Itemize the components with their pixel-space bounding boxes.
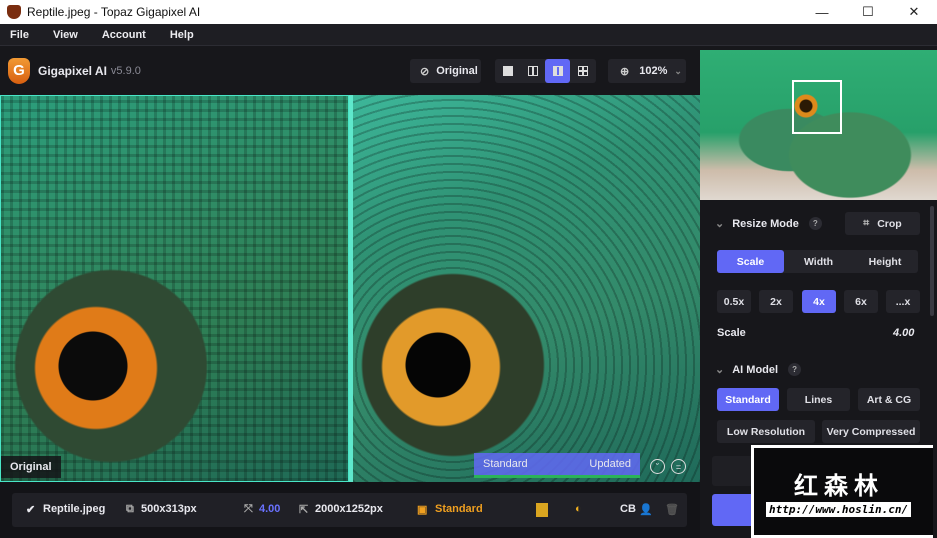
- navigator-preview[interactable]: [700, 50, 937, 200]
- grid-view-icon: [577, 66, 588, 76]
- enhanced-image: [353, 95, 700, 482]
- input-size-icon: ⧉: [126, 503, 134, 515]
- window-title: Reptile.jpeg - Topaz Gigapixel AI: [27, 5, 201, 19]
- scale-preset-4x[interactable]: 4x: [802, 290, 836, 313]
- color-balance-toggle[interactable]: CB: [620, 503, 636, 515]
- chevron-down-icon: ⌄: [674, 65, 682, 76]
- menu-view[interactable]: View: [53, 29, 78, 41]
- gigapixel-logo-icon: G: [8, 57, 30, 84]
- help-icon[interactable]: ?: [808, 217, 822, 230]
- model-standard[interactable]: Standard: [717, 388, 779, 411]
- close-button[interactable]: ✕: [891, 0, 937, 24]
- view-split-button[interactable]: [520, 59, 545, 83]
- split-view-icon: [527, 66, 538, 76]
- zoom-icon: ⊕: [620, 65, 630, 78]
- scale-value: 4.00: [259, 503, 281, 515]
- menu-bar: File View Account Help: [0, 24, 937, 46]
- image-viewer[interactable]: Original Standard Updated ˘ =: [0, 95, 700, 482]
- check-icon[interactable]: ✔: [26, 503, 35, 516]
- file-row[interactable]: ✔ Reptile.jpeg ⧉ 500x313px ⤧ 4.00 ⇱ 2000…: [12, 493, 687, 527]
- panel-scrollbar[interactable]: [930, 206, 934, 316]
- output-size-icon: ⇱: [299, 504, 309, 516]
- view-mode-group: [495, 59, 596, 83]
- ai-model-header[interactable]: ⌄ AI Model ?: [715, 363, 802, 376]
- view-single-button[interactable]: [495, 59, 520, 83]
- help-icon[interactable]: ?: [788, 363, 802, 376]
- neutral-feedback-icon[interactable]: =: [671, 459, 686, 474]
- side-by-side-icon: [552, 66, 563, 76]
- face-refine-icon[interactable]: ◐: [575, 503, 582, 515]
- menu-help[interactable]: Help: [170, 29, 194, 41]
- single-view-icon: [502, 66, 513, 76]
- model-lines[interactable]: Lines: [787, 388, 850, 411]
- chevron-down-icon: ⌄: [715, 218, 725, 230]
- scale-preset-0-5x[interactable]: 0.5x: [717, 290, 751, 313]
- scale-icon: ⤧: [244, 503, 253, 515]
- input-size: 500x313px: [141, 503, 197, 515]
- eye-off-icon: ⊘: [420, 65, 430, 78]
- tab-width[interactable]: Width: [785, 250, 852, 273]
- scale-preset-2x[interactable]: 2x: [759, 290, 793, 313]
- model-art-cg[interactable]: Art & CG: [858, 388, 920, 411]
- app-icon: [7, 5, 21, 19]
- crop-icon: ⌗: [863, 217, 870, 229]
- viewport-box[interactable]: [792, 80, 842, 134]
- resize-mode-header[interactable]: ⌄ Resize Mode ?: [715, 217, 822, 230]
- preview-model-label: Standard: [483, 458, 528, 470]
- scale-preset-custom[interactable]: ...x: [886, 290, 920, 313]
- view-side-by-side-button[interactable]: [545, 59, 570, 83]
- app-version: v5.9.0: [110, 64, 141, 77]
- crop-button[interactable]: ⌗ Crop: [845, 212, 920, 235]
- menu-account[interactable]: Account: [102, 29, 146, 41]
- chevron-down-icon: ⌄: [715, 364, 725, 376]
- file-name: Reptile.jpeg: [43, 503, 106, 515]
- minimize-button[interactable]: —: [799, 0, 845, 24]
- maximize-button[interactable]: ☐: [845, 0, 891, 24]
- model-name: Standard: [435, 503, 483, 515]
- menu-file[interactable]: File: [10, 29, 29, 41]
- original-image: [0, 95, 349, 482]
- toolbar: G Gigapixel AI v5.9.0 ⊘ Original ⊕ 102% …: [0, 46, 700, 95]
- scale-preset-6x[interactable]: 6x: [844, 290, 878, 313]
- zoom-dropdown[interactable]: ⊕ 102% ⌄: [608, 59, 686, 83]
- person-icon[interactable]: 👤: [639, 503, 653, 516]
- view-grid-button[interactable]: [570, 59, 595, 83]
- original-label: Original: [1, 456, 61, 478]
- app-name: Gigapixel AI: [38, 63, 107, 78]
- file-list: ✔ Reptile.jpeg ⧉ 500x313px ⤧ 4.00 ⇱ 2000…: [0, 482, 700, 538]
- preview-status-bar: Standard Updated: [474, 453, 640, 478]
- trash-icon[interactable]: 🗑: [665, 503, 679, 516]
- title-bar: Reptile.jpeg - Topaz Gigapixel AI — ☐ ✕: [0, 0, 937, 24]
- watermark: 红森林 http://www.hoslin.cn/: [751, 445, 933, 538]
- preview-status: Updated: [589, 458, 631, 470]
- scale-value[interactable]: 4.00: [893, 327, 914, 339]
- model-icon: ▣: [417, 504, 428, 516]
- model-low-resolution[interactable]: Low Resolution: [717, 420, 815, 443]
- output-size: 2000x1252px: [315, 503, 383, 515]
- scale-label: Scale: [717, 327, 746, 339]
- smile-feedback-icon[interactable]: ˘: [650, 459, 665, 474]
- original-toggle-button[interactable]: ⊘ Original: [410, 59, 481, 83]
- tab-height[interactable]: Height: [852, 250, 918, 273]
- noise-icon[interactable]: [536, 503, 548, 517]
- model-very-compressed[interactable]: Very Compressed: [822, 420, 920, 443]
- tab-scale[interactable]: Scale: [717, 250, 784, 273]
